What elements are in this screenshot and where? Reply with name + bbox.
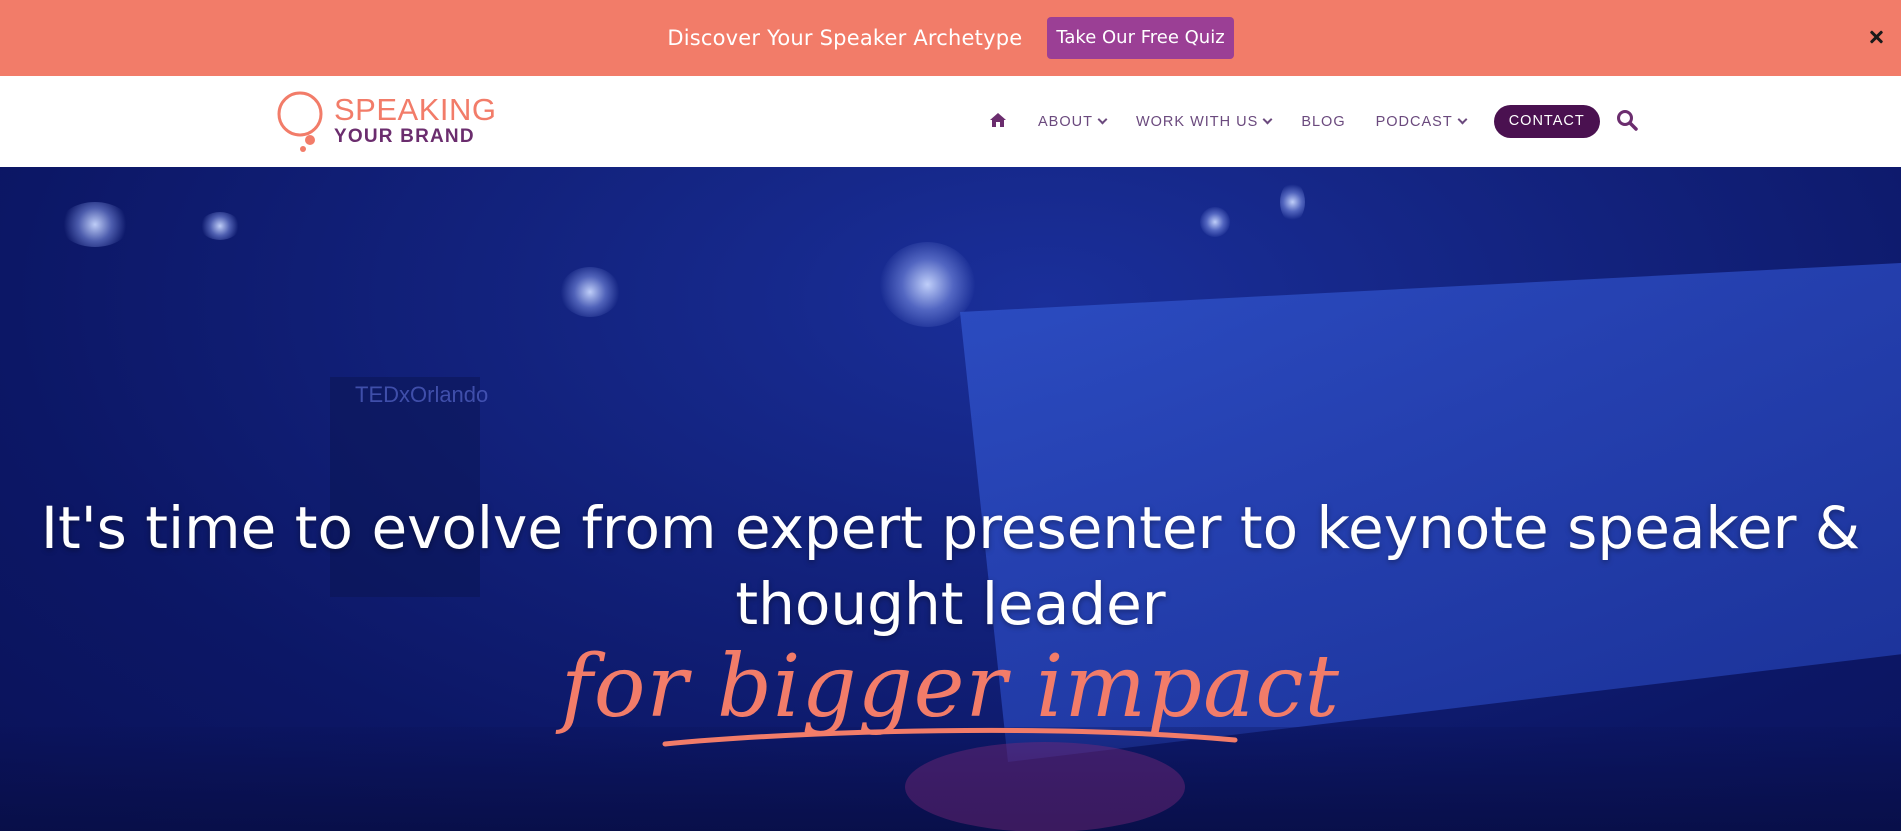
nav-item-blog-label: BLOG <box>1301 113 1346 130</box>
logo-speech-bubble-icon <box>277 91 323 152</box>
hero-headline-line-2: thought leader <box>735 570 1166 638</box>
announcement-bar: Discover Your Speaker Archetype Take Our… <box>0 0 1901 76</box>
chevron-down-icon <box>1262 114 1273 125</box>
stage-red-circle <box>905 742 1185 831</box>
hero-section: TEDxOrlando It's time to evolve from exp… <box>0 167 1901 831</box>
nav-item-about-label: ABOUT <box>1038 113 1093 130</box>
hero-headline: It's time to evolve from expert presente… <box>0 490 1901 642</box>
stage-light <box>200 212 240 240</box>
stage-light <box>1280 182 1305 222</box>
home-icon[interactable] <box>990 112 1006 131</box>
search-icon[interactable] <box>1616 109 1638 135</box>
nav-item-about[interactable]: ABOUT <box>1038 113 1108 130</box>
stage-light <box>60 202 130 247</box>
script-underline <box>662 727 1238 747</box>
event-sign-text: TEDxOrlando <box>355 382 489 407</box>
nav-item-work-with-us-label: WORK WITH US <box>1135 113 1259 130</box>
contact-button[interactable]: CONTACT <box>1493 105 1600 138</box>
nav-item-work-with-us[interactable]: WORK WITH US <box>1135 113 1273 130</box>
close-icon[interactable] <box>1865 26 1887 48</box>
site-header: SPEAKING YOUR BRAND ABOUT WORK WITH US B… <box>0 76 1901 167</box>
stage-light <box>560 267 620 317</box>
nav-item-podcast-label: PODCAST <box>1375 113 1453 130</box>
hero-headline-line-1: It's time to evolve from expert presente… <box>40 494 1861 562</box>
take-quiz-button[interactable]: Take Our Free Quiz <box>1047 17 1234 59</box>
logo[interactable]: SPEAKING YOUR BRAND <box>276 90 506 154</box>
nav-item-podcast[interactable]: PODCAST <box>1375 113 1468 130</box>
logo-line-your-brand: YOUR BRAND <box>334 126 475 147</box>
main-nav: ABOUT WORK WITH US BLOG PODCAST CONTACT <box>990 76 1638 167</box>
logo-line-speaking: SPEAKING <box>334 92 497 127</box>
chevron-down-icon <box>1457 114 1468 125</box>
stage-light <box>1200 207 1230 237</box>
announcement-text: Discover Your Speaker Archetype <box>667 26 1023 50</box>
chevron-down-icon <box>1097 114 1108 125</box>
nav-item-blog[interactable]: BLOG <box>1301 114 1345 130</box>
